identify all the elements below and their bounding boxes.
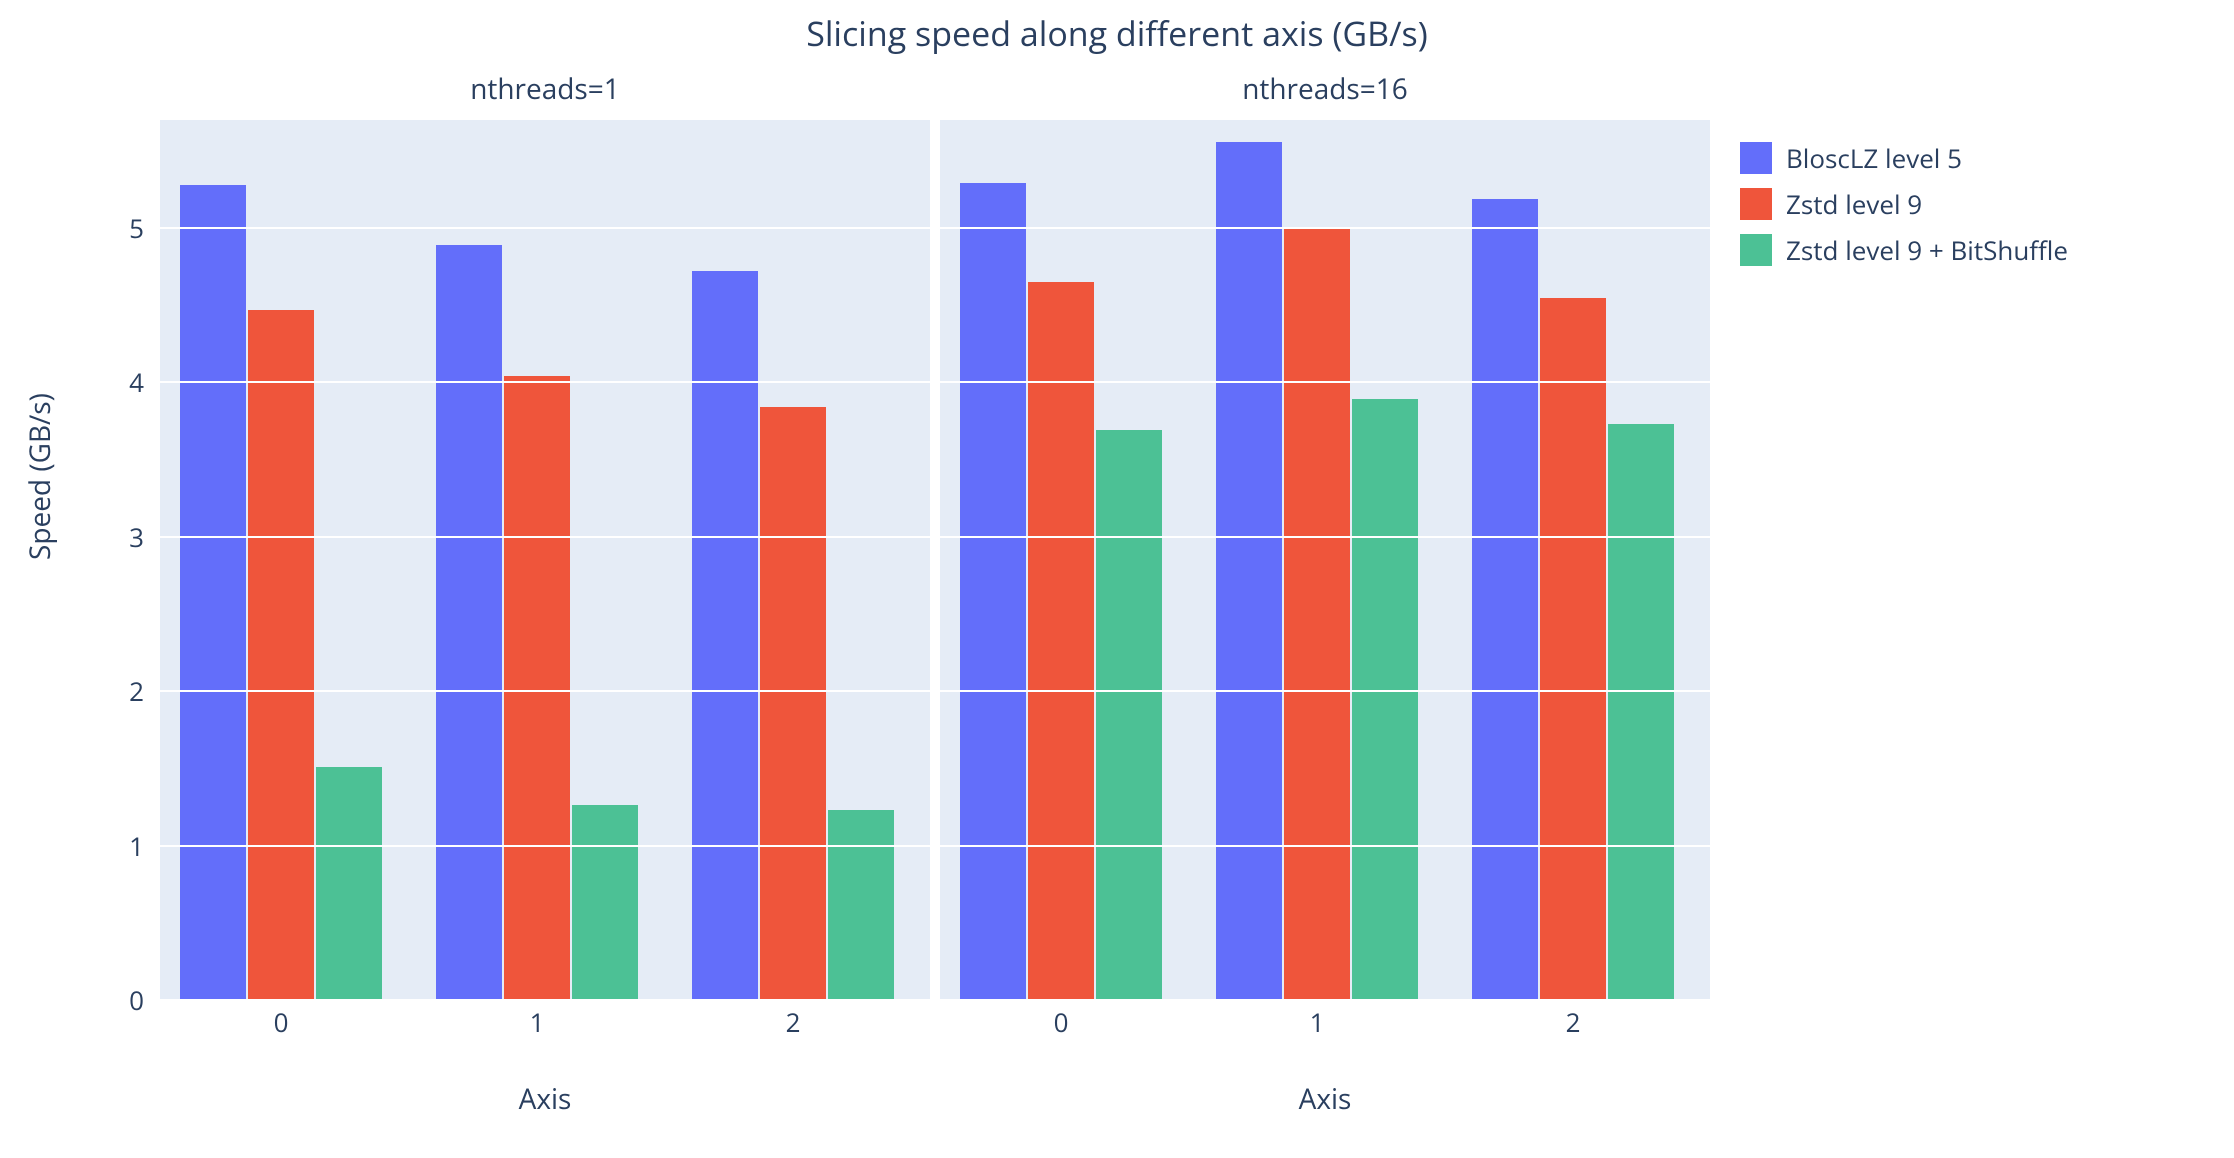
- gridline: [160, 845, 930, 847]
- gridline: [940, 227, 1710, 229]
- gridline: [940, 845, 1710, 847]
- x-axis-title-0: Axis: [160, 1080, 930, 1118]
- bar: [960, 183, 1026, 1000]
- plot-inner-0: [160, 120, 930, 1000]
- legend-item[interactable]: BloscLZ level 5: [1740, 140, 2068, 176]
- x-axis-title-1: Axis: [940, 1080, 1710, 1118]
- legend-swatch: [1740, 188, 1772, 220]
- y-tick-label: 0: [94, 982, 144, 1018]
- chart-title: Slicing speed along different axis (GB/s…: [0, 10, 2234, 56]
- facet-title-1: nthreads=16: [940, 70, 1710, 108]
- legend-item[interactable]: Zstd level 9 + BitShuffle: [1740, 232, 2068, 268]
- bar: [760, 407, 826, 1000]
- bar: [828, 810, 894, 1000]
- bar: [572, 805, 638, 1000]
- y-tick-labels: 012345: [90, 120, 150, 1000]
- x-tick-label: 1: [530, 1004, 545, 1040]
- bar: [248, 310, 314, 1000]
- bar: [316, 767, 382, 1000]
- bar: [1472, 199, 1538, 1000]
- gridline: [160, 381, 930, 383]
- y-tick-label: 1: [94, 828, 144, 864]
- x-tick-label: 1: [1310, 1004, 1325, 1040]
- gridline: [940, 999, 1710, 1001]
- bar: [1028, 282, 1094, 1000]
- y-tick-label: 5: [94, 210, 144, 246]
- gridline: [160, 536, 930, 538]
- gridline: [940, 536, 1710, 538]
- plot-inner-1: [940, 120, 1710, 1000]
- plot-panel-0: 012: [160, 120, 930, 1000]
- y-tick-label: 3: [94, 519, 144, 555]
- bar: [504, 376, 570, 1000]
- legend-swatch: [1740, 234, 1772, 266]
- bar: [1284, 228, 1350, 1000]
- chart-figure: Slicing speed along different axis (GB/s…: [0, 0, 2234, 1158]
- plot-panel-1: 012: [940, 120, 1710, 1000]
- x-tick-label: 0: [274, 1004, 289, 1040]
- x-tick-label: 0: [1054, 1004, 1069, 1040]
- bar: [1540, 298, 1606, 1000]
- bar: [1096, 430, 1162, 1000]
- legend-label: Zstd level 9 + BitShuffle: [1786, 232, 2068, 268]
- legend-swatch: [1740, 142, 1772, 174]
- bar: [1352, 399, 1418, 1000]
- gridline: [940, 690, 1710, 692]
- gridline: [160, 690, 930, 692]
- x-tick-label: 2: [786, 1004, 801, 1040]
- legend: BloscLZ level 5 Zstd level 9 Zstd level 9 …: [1740, 140, 2068, 278]
- x-tick-label: 2: [1566, 1004, 1581, 1040]
- bar: [1608, 424, 1674, 1000]
- legend-label: BloscLZ level 5: [1786, 140, 1962, 176]
- y-tick-label: 4: [94, 364, 144, 400]
- gridline: [160, 227, 930, 229]
- gridline: [940, 381, 1710, 383]
- facet-title-0: nthreads=1: [160, 70, 930, 108]
- bar: [1216, 142, 1282, 1000]
- legend-item[interactable]: Zstd level 9: [1740, 186, 2068, 222]
- gridline: [160, 999, 930, 1001]
- y-axis-title: Speed (GB/s): [21, 393, 59, 560]
- bar: [436, 245, 502, 1000]
- legend-label: Zstd level 9: [1786, 186, 1922, 222]
- bar: [180, 185, 246, 1000]
- y-tick-label: 2: [94, 673, 144, 709]
